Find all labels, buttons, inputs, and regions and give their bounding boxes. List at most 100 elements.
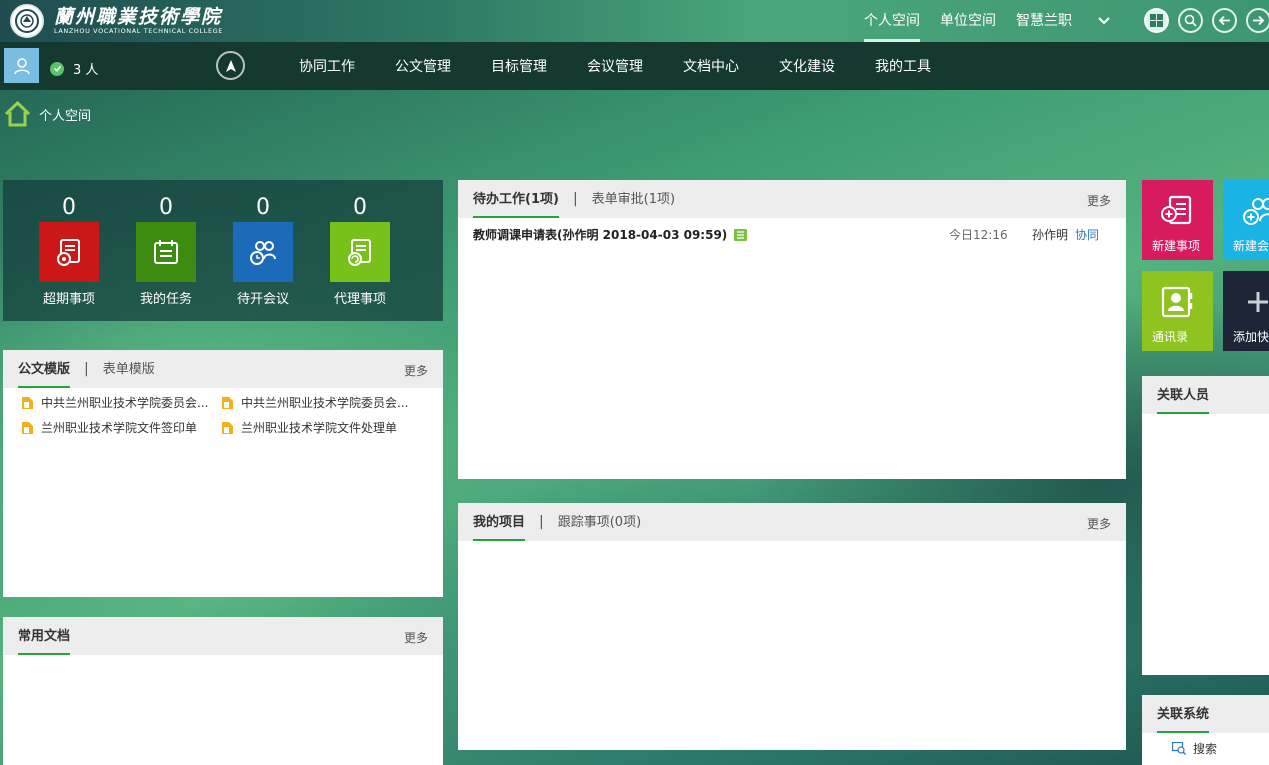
tab-separator: | [539,514,544,530]
projects-panel: 我的项目 | 跟踪事项(0项) 更多 [458,503,1126,750]
contacts-icon [1158,283,1196,321]
template-item[interactable]: 兰州职业技术学院文件处理单 [221,419,421,436]
todo-title: 教师调课申请表(孙作明 2018-04-03 09:59) [473,228,728,242]
calendar-task-icon [136,222,196,282]
search-icon[interactable] [1178,8,1203,33]
stat-count: 0 [159,195,173,220]
template-item-label: 兰州职业技术学院文件处理单 [241,421,398,435]
online-users[interactable]: 3 人 [50,59,98,78]
nav-document-center[interactable]: 文档中心 [683,42,739,90]
template-item[interactable]: 中共兰州职业技术学院委员会... [21,394,221,411]
online-count: 3 人 [73,63,99,78]
top-nav: 个人空间 单位空间 智慧兰职 [864,0,1092,42]
back-arrow-icon[interactable] [1212,8,1237,33]
nav-collaboration[interactable]: 协同工作 [299,42,355,90]
navigation-arrow-icon[interactable] [216,51,245,80]
templates-more-link[interactable]: 更多 [404,362,428,379]
tab-form-approval[interactable]: 表单审批(1项) [592,180,675,218]
document-template-icon [222,396,233,409]
user-avatar[interactable] [4,48,39,83]
stat-count: 0 [256,195,270,220]
templates-panel: 公文模版 | 表单模版 更多 中共兰州职业技术学院委员会... 中共兰州职业技术… [3,350,443,597]
related-people-title[interactable]: 关联人员 [1157,376,1210,414]
stat-count: 0 [353,195,367,220]
related-system-search-link[interactable]: 搜索 [1172,740,1217,757]
college-logo[interactable]: 蘭州職業技術學院 LANZHOU VOCATIONAL TECHNICAL CO… [10,3,223,39]
windows-grid-icon[interactable] [1144,8,1169,33]
college-name-en: LANZHOU VOCATIONAL TECHNICAL COLLEGE [54,26,223,35]
tab-form-templates[interactable]: 表单模版 [103,350,155,388]
template-item-label: 中共兰州职业技术学院委员会... [41,396,209,410]
nav-document-management[interactable]: 公文管理 [395,42,451,90]
online-check-icon [50,61,64,76]
todo-sender: 孙作明 [1032,228,1069,242]
quick-new-item[interactable]: 新建事项 [1142,180,1213,260]
stat-overdue[interactable]: 0 超期事项 [29,180,109,307]
stat-count: 0 [62,195,76,220]
quick-tile-label: 添加快 [1233,330,1269,344]
search-system-icon [1172,742,1186,755]
todo-type-link[interactable]: 协同 [1075,226,1099,243]
template-item[interactable]: 中共兰州职业技术学院委员会... [221,394,421,411]
common-docs-panel: 常用文档 更多 [3,617,443,765]
template-item-label: 中共兰州职业技术学院委员会... [241,396,409,410]
nav-goal-management[interactable]: 目标管理 [491,42,547,90]
common-docs-title[interactable]: 常用文档 [18,617,71,655]
document-template-icon [222,421,233,434]
top-nav-smart-lanzhi[interactable]: 智慧兰职 [1016,0,1072,42]
related-people-panel: 关联人员 [1142,376,1269,675]
common-docs-more-link[interactable]: 更多 [404,629,428,646]
document-template-icon [22,396,33,409]
stat-pending-meetings[interactable]: 0 待开会议 [223,180,303,307]
quick-new-meeting[interactable]: 新建会 [1223,180,1269,260]
nav-my-tools[interactable]: 我的工具 [875,42,931,90]
tab-document-templates[interactable]: 公文模版 [18,350,71,388]
nav-culture[interactable]: 文化建设 [779,42,835,90]
document-template-icon [22,421,33,434]
tab-separator: | [84,361,89,377]
main-nav-bar: 3 人 协同工作 公文管理 目标管理 会议管理 文档中心 文化建设 我的工具 [0,42,1269,90]
stat-proxy-items[interactable]: 0 代理事项 [320,180,400,307]
projects-more-link[interactable]: 更多 [1087,515,1111,532]
quick-tile-label: 新建会 [1233,239,1269,253]
related-systems-title[interactable]: 关联系统 [1157,695,1210,733]
user-icon [13,57,30,74]
quick-contacts[interactable]: 通讯录 [1142,271,1213,351]
meeting-people-icon [233,222,293,282]
quick-add-shortcut[interactable]: 添加快 [1223,271,1269,351]
todo-panel: 待办工作(1项) | 表单审批(1项) 更多 教师调课申请表(孙作明 2018-… [458,180,1126,479]
breadcrumb: 个人空间 [4,101,91,127]
home-icon[interactable] [4,101,31,127]
new-meeting-icon [1239,192,1269,230]
plus-icon [1239,283,1269,321]
new-item-icon [1158,192,1196,230]
college-seal-icon [10,4,44,38]
related-systems-panel: 关联系统 搜索 [1142,695,1269,765]
nav-meeting-management[interactable]: 会议管理 [587,42,643,90]
stats-panel: 0 超期事项 0 我的任务 0 待开会议 0 代理事项 [3,180,443,321]
stat-label: 待开会议 [236,292,289,307]
forward-arrow-icon[interactable] [1246,8,1269,33]
tab-tracked-items[interactable]: 跟踪事项(0项) [558,503,641,541]
overdue-doc-icon [39,222,99,282]
breadcrumb-label: 个人空间 [39,108,92,124]
todo-time: 今日12:16 [949,228,1008,242]
todo-more-link[interactable]: 更多 [1087,192,1111,209]
template-item[interactable]: 兰州职业技术学院文件签印单 [21,419,221,436]
tab-pending-work[interactable]: 待办工作(1项) [473,180,559,218]
stat-my-tasks[interactable]: 0 我的任务 [126,180,206,307]
form-list-icon [734,228,748,241]
top-nav-personal-space[interactable]: 个人空间 [864,0,920,42]
quick-tile-label: 通讯录 [1152,330,1189,344]
chevron-down-icon[interactable] [1096,12,1112,28]
proxy-doc-icon [330,222,390,282]
tab-my-projects[interactable]: 我的项目 [473,503,526,541]
top-nav-unit-space[interactable]: 单位空间 [940,0,996,42]
college-name-cn: 蘭州職業技術學院 [54,5,223,28]
top-banner: 蘭州職業技術學院 LANZHOU VOCATIONAL TECHNICAL CO… [0,0,1269,42]
quick-tile-label: 新建事项 [1152,239,1201,253]
tab-separator: | [572,191,578,207]
todo-title-link[interactable]: 教师调课申请表(孙作明 2018-04-03 09:59) [473,226,748,243]
stat-label: 代理事项 [333,292,386,307]
todo-row[interactable]: 教师调课申请表(孙作明 2018-04-03 09:59) 今日12:16 孙作… [458,218,1126,246]
